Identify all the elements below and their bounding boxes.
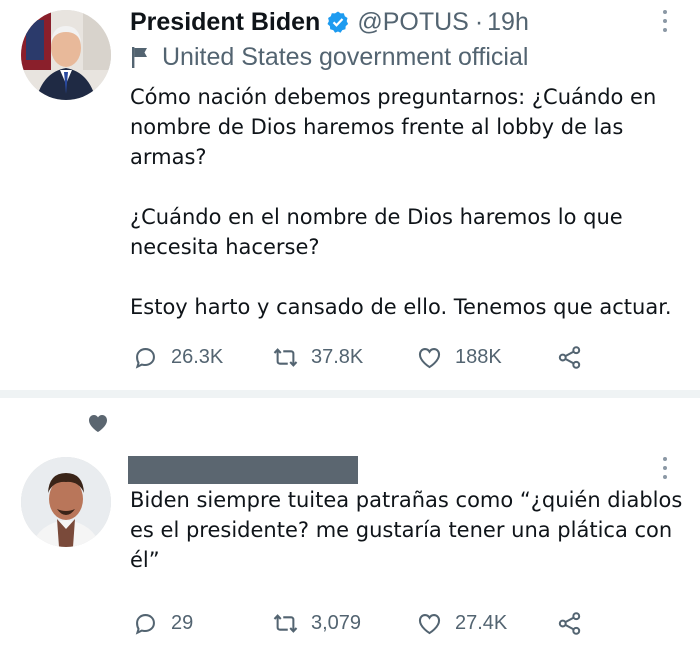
author-row: President Biden @POTUS · 19h [130,6,529,38]
tweet-text: Cómo nación debemos preguntarnos: ¿Cuánd… [130,82,685,322]
redacted-author-name [128,456,358,484]
like-icon [418,347,441,368]
verified-badge-icon [327,11,349,33]
share-button[interactable] [556,609,583,637]
retweet-count: 3,079 [311,611,362,634]
reply-button[interactable]: 26.3K [132,343,223,371]
tweet-potus[interactable]: President Biden @POTUS · 19h United Stat… [0,0,700,390]
avatar[interactable] [21,10,111,100]
divider [0,390,700,398]
retweet-count: 37.8K [311,345,364,368]
reply-count: 29 [171,611,194,634]
reply-icon [135,613,155,635]
avatar[interactable] [21,457,111,547]
handle[interactable]: @POTUS [357,8,469,37]
reply-icon [135,347,155,369]
like-count: 27.4K [455,611,508,634]
reply-button[interactable]: 29 [132,609,193,637]
flag-icon [132,47,147,68]
share-icon [558,611,581,635]
tweet-paragraph: Cómo nación debemos preguntarnos: ¿Cuánd… [130,85,657,169]
tweet-paragraph: ¿Cuándo en el nombre de Dios haremos lo … [130,205,623,259]
retweet-button[interactable]: 3,079 [272,609,361,637]
heart-icon [89,415,107,432]
retweet-icon [273,613,298,633]
like-count: 188K [455,345,502,368]
share-icon [558,345,581,369]
government-label[interactable]: United States government official [130,42,528,72]
more-icon[interactable] [661,457,669,479]
tweet-paragraph: Estoy harto y cansado de ello. Tenemos q… [130,295,672,319]
retweet-button[interactable]: 37.8K [272,343,363,371]
tweet-paragraph: Biden siempre tuitea patrañas como “¿qui… [130,488,683,572]
retweet-icon [273,347,298,367]
like-button[interactable]: 27.4K [416,609,507,637]
tweet-text: Biden siempre tuitea patrañas como “¿qui… [130,485,685,575]
timestamp[interactable]: 19h [487,8,529,37]
like-button[interactable]: 188K [416,343,502,371]
reply-count: 26.3K [171,345,224,368]
government-label-text: United States government official [162,42,529,71]
share-button[interactable] [556,343,583,371]
separator: · [474,7,484,36]
display-name[interactable]: President Biden [130,8,320,37]
like-icon [418,613,441,634]
more-icon[interactable] [661,10,669,32]
